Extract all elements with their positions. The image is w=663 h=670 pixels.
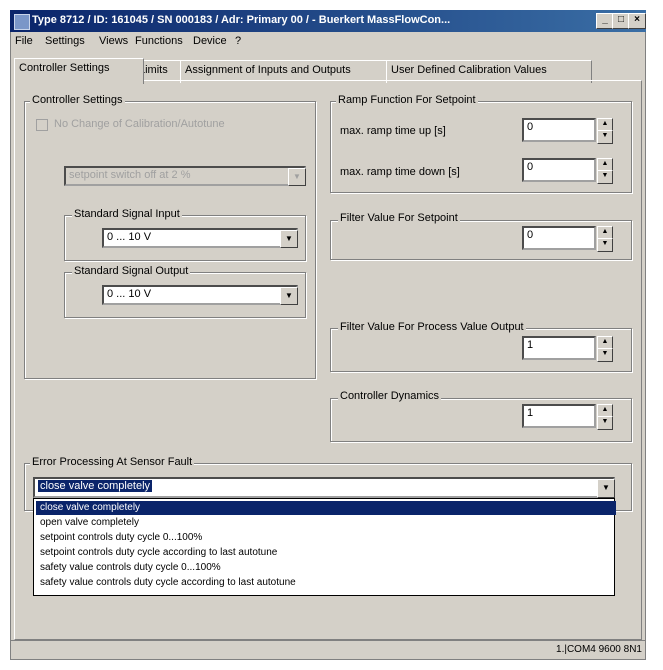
window-title: Type 8712 / ID: 161045 / SN 000183 / Adr… (32, 14, 451, 26)
filter-setpoint-value: 0 (527, 229, 534, 241)
ramp-up-label: max. ramp time up [s] (340, 125, 446, 137)
status-bar: 1.|COM4 9600 8N1 (10, 640, 646, 660)
tab-strip: Controller Settings Limits Assignment of… (14, 58, 644, 84)
signal-input-label: Standard Signal Input (72, 208, 182, 220)
list-item[interactable]: safety value controls duty cycle accordi… (36, 576, 616, 590)
ramp-down-label: max. ramp time down [s] (340, 166, 460, 178)
no-change-label: No Change of Calibration/Autotune (54, 118, 225, 130)
ramp-down-value: 0 (527, 161, 534, 173)
signal-output-value: 0 ... 10 V (107, 288, 152, 300)
ramp-down-input[interactable]: 0 (522, 158, 596, 182)
filter-process-label: Filter Value For Process Value Output (338, 321, 526, 333)
disabled-select: setpoint switch off at 2 % (64, 166, 306, 186)
spin-down-icon[interactable]: ▼ (597, 170, 613, 184)
error-processing-select[interactable]: close valve completely (33, 477, 615, 498)
error-processing-selected: close valve completely (38, 480, 153, 492)
dynamics-value: 1 (527, 407, 534, 419)
menu-functions[interactable]: Functions (135, 35, 183, 47)
controller-settings-label: Controller Settings (30, 94, 125, 106)
no-change-checkbox[interactable] (36, 119, 48, 131)
menu-bar: File Settings Views Functions Device ? (11, 33, 645, 51)
error-processing-label: Error Processing At Sensor Fault (30, 456, 195, 468)
dynamics-label: Controller Dynamics (338, 390, 442, 402)
list-item[interactable]: close valve completely (36, 501, 616, 515)
ramp-up-value: 0 (527, 121, 534, 133)
menu-device[interactable]: Device (193, 35, 227, 47)
signal-output-select[interactable]: 0 ... 10 V (102, 285, 298, 305)
spin-down-icon[interactable]: ▼ (597, 416, 613, 430)
spin-down-icon[interactable]: ▼ (597, 130, 613, 144)
chevron-down-icon: ▼ (288, 168, 306, 186)
chevron-down-icon[interactable]: ▼ (280, 230, 298, 248)
list-item[interactable]: safety value controls duty cycle 0...100… (36, 561, 616, 575)
signal-input-value: 0 ... 10 V (107, 231, 152, 243)
menu-views[interactable]: Views (99, 35, 128, 47)
error-processing-dropdown-list: close valve completely open valve comple… (33, 498, 616, 596)
close-button[interactable]: × (628, 13, 646, 29)
chevron-down-icon[interactable]: ▼ (280, 287, 298, 305)
spin-down-icon[interactable]: ▼ (597, 238, 613, 252)
list-item[interactable]: open valve completely (36, 516, 616, 530)
disabled-select-value: setpoint switch off at 2 % (69, 169, 191, 181)
chevron-down-icon[interactable]: ▼ (597, 479, 615, 498)
filter-process-input[interactable]: 1 (522, 336, 596, 360)
list-item[interactable]: setpoint controls duty cycle 0...100% (36, 531, 616, 545)
menu-file[interactable]: File (15, 35, 33, 47)
filter-setpoint-input[interactable]: 0 (522, 226, 596, 250)
filter-process-value: 1 (527, 339, 534, 351)
ramp-group-label: Ramp Function For Setpoint (336, 94, 478, 106)
app-icon (14, 14, 30, 30)
menu-help[interactable]: ? (235, 35, 241, 47)
tab-controller-settings[interactable]: Controller Settings (14, 58, 144, 84)
signal-output-label: Standard Signal Output (72, 265, 191, 277)
filter-setpoint-label: Filter Value For Setpoint (338, 212, 460, 224)
list-item[interactable]: setpoint controls duty cycle according t… (36, 546, 616, 560)
title-bar[interactable]: Type 8712 / ID: 161045 / SN 000183 / Adr… (10, 10, 646, 32)
connection-status: 1.|COM4 9600 8N1 (556, 644, 642, 655)
menu-settings[interactable]: Settings (45, 35, 85, 47)
dynamics-input[interactable]: 1 (522, 404, 596, 428)
signal-input-select[interactable]: 0 ... 10 V (102, 228, 298, 248)
spin-down-icon[interactable]: ▼ (597, 348, 613, 362)
ramp-up-input[interactable]: 0 (522, 118, 596, 142)
